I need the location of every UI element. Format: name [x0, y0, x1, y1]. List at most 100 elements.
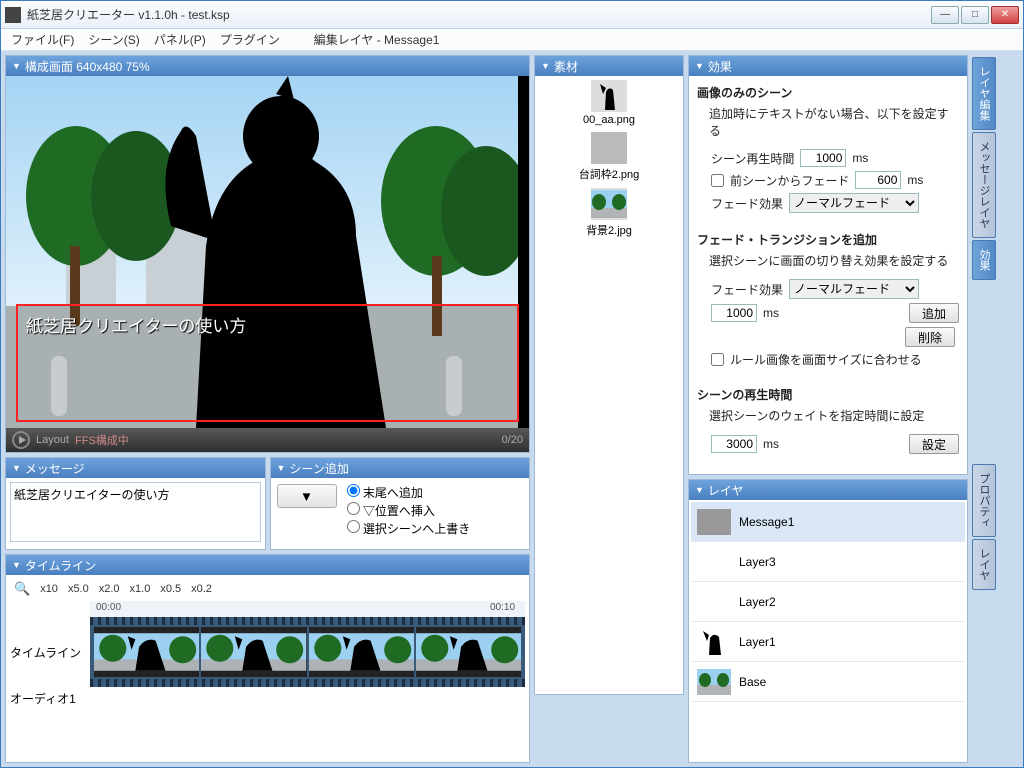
window-title: 紙芝居クリエーター v1.1.0h - test.ksp — [27, 6, 931, 23]
audio-row-label: オーディオ1 — [10, 690, 90, 707]
effects-sec1-desc: 追加時にテキストがない場合、以下を設定する — [697, 105, 959, 139]
zoom-x02[interactable]: x0.2 — [191, 583, 212, 595]
rule-image-checkbox[interactable] — [711, 353, 724, 366]
preview-area[interactable]: 紙芝居クリエイターの使い方 — [6, 76, 529, 428]
status-label: FFS構成中 — [75, 432, 129, 448]
sidetab-effects[interactable]: 効果 — [972, 240, 996, 280]
filmstrip[interactable] — [90, 617, 525, 687]
layer-thumb — [697, 549, 731, 575]
transition-add-button[interactable]: 追加 — [909, 303, 959, 323]
layer-label: Layer1 — [739, 635, 776, 649]
assets-header[interactable]: ▼素材 — [535, 56, 683, 76]
side-tabs: レイヤ編集 メッセージレイヤ 効果 プロパティ レイヤ — [972, 55, 996, 763]
effects-sec2-desc: 選択シーンに画面の切り替え効果を設定する — [697, 252, 959, 269]
sidetab-layer-edit[interactable]: レイヤ編集 — [972, 57, 996, 130]
asset-label: 00_aa.png — [583, 114, 635, 126]
layer-label: Layer3 — [739, 555, 776, 569]
layer-label: Message1 — [739, 515, 794, 529]
layer-item[interactable]: Layer3 — [691, 542, 965, 582]
timeline-thumb[interactable] — [201, 627, 306, 677]
prev-fade-checkbox[interactable] — [711, 174, 724, 187]
prev-fade-input[interactable] — [855, 171, 901, 189]
layer-item[interactable]: Base — [691, 662, 965, 702]
titlebar[interactable]: 紙芝居クリエーター v1.1.0h - test.ksp — □ ✕ — [1, 1, 1023, 29]
playback-bar: Layout FFS構成中 0/20 — [6, 428, 529, 452]
timeline-thumb[interactable] — [416, 627, 521, 677]
effects-panel: ▼効果 画像のみのシーン 追加時にテキストがない場合、以下を設定する シーン再生… — [688, 55, 968, 475]
scene-add-opt-overwrite[interactable]: 選択シーンへ上書き — [347, 520, 471, 538]
sidetab-message-layer[interactable]: メッセージレイヤ — [972, 132, 996, 238]
magnifier-icon[interactable]: 🔍 — [14, 581, 30, 597]
scene-add-panel: ▼シーン追加 ▼ 末尾へ追加 ▽位置へ挿入 選択シーンへ上書き — [270, 457, 531, 550]
scene-wait-set-button[interactable]: 設定 — [909, 434, 959, 454]
zoom-x10[interactable]: x10 — [40, 583, 58, 595]
layer-thumb — [697, 669, 731, 695]
effects-sec3-desc: 選択シーンのウェイトを指定時間に設定 — [697, 407, 959, 424]
layers-header[interactable]: ▼レイヤ — [689, 480, 967, 500]
app-window: 紙芝居クリエーター v1.1.0h - test.ksp — □ ✕ ファイル(… — [0, 0, 1024, 768]
layer-item[interactable]: Layer2 — [691, 582, 965, 622]
layers-panel: ▼レイヤ Message1 Layer3 Layer2 Layer1 Base — [688, 479, 968, 763]
message-overlay: 紙芝居クリエイターの使い方 — [16, 304, 519, 422]
collapse-icon: ▼ — [12, 61, 21, 71]
timeline-thumb[interactable] — [309, 627, 414, 677]
content: ▼構成画面 640x480 75% — [1, 51, 1023, 767]
message-textarea[interactable] — [10, 482, 261, 542]
effects-header[interactable]: ▼効果 — [689, 56, 967, 76]
asset-thumb — [591, 80, 627, 112]
layer-label: Base — [739, 675, 766, 689]
sidetab-property[interactable]: プロパティ — [972, 464, 996, 537]
menu-scene[interactable]: シーン(S) — [88, 31, 139, 48]
transition-time-input[interactable] — [711, 304, 757, 322]
scene-add-button[interactable]: ▼ — [277, 484, 337, 508]
layer-thumb — [697, 509, 731, 535]
asset-item[interactable]: 00_aa.png — [583, 80, 635, 126]
asset-label: 背景2.jpg — [586, 222, 632, 238]
minimize-button[interactable]: — — [931, 6, 959, 24]
asset-item[interactable]: 背景2.jpg — [586, 188, 632, 238]
menubar: ファイル(F) シーン(S) パネル(P) プラグイン 編集レイヤ - Mess… — [1, 29, 1023, 51]
time-ruler[interactable]: 00:00 00:10 — [90, 601, 525, 617]
layer-item[interactable]: Layer1 — [691, 622, 965, 662]
scene-add-opt-append[interactable]: 末尾へ追加 — [347, 484, 471, 502]
menu-file[interactable]: ファイル(F) — [11, 31, 74, 48]
composition-header[interactable]: ▼構成画面 640x480 75% — [6, 56, 529, 76]
scene-add-header[interactable]: ▼シーン追加 — [271, 458, 530, 478]
menu-plugin[interactable]: プラグイン — [220, 31, 280, 48]
menu-panel[interactable]: パネル(P) — [154, 31, 206, 48]
composition-panel: ▼構成画面 640x480 75% — [5, 55, 530, 453]
timeline-panel: ▼タイムライン 🔍 x10 x5.0 x2.0 x1.0 x0.5 x0.2 0… — [5, 554, 530, 763]
layer-thumb — [697, 629, 731, 655]
zoom-x2[interactable]: x2.0 — [99, 583, 120, 595]
zoom-x5[interactable]: x5.0 — [68, 583, 89, 595]
transition-effect-select[interactable]: ノーマルフェード — [789, 279, 919, 299]
menu-edit-layer[interactable]: 編集レイヤ - Message1 — [314, 31, 440, 48]
close-button[interactable]: ✕ — [991, 6, 1019, 24]
zoom-x05[interactable]: x0.5 — [160, 583, 181, 595]
scene-wait-input[interactable] — [711, 435, 757, 453]
layer-thumb — [697, 589, 731, 615]
asset-thumb — [591, 188, 627, 220]
scene-play-time-input[interactable] — [800, 149, 846, 167]
sidetab-layer[interactable]: レイヤ — [972, 539, 996, 590]
zoom-row: 🔍 x10 x5.0 x2.0 x1.0 x0.5 x0.2 — [10, 579, 525, 599]
message-header[interactable]: ▼メッセージ — [6, 458, 265, 478]
timeline-thumb[interactable] — [94, 627, 199, 677]
layout-label: Layout — [36, 434, 69, 446]
transition-delete-button[interactable]: 削除 — [905, 327, 955, 347]
layer-label: Layer2 — [739, 595, 776, 609]
effects-sec3-title: シーンの再生時間 — [697, 388, 792, 402]
scene-add-opt-insert[interactable]: ▽位置へ挿入 — [347, 502, 471, 520]
zoom-x1[interactable]: x1.0 — [130, 583, 151, 595]
effects-sec1-title: 画像のみのシーン — [697, 86, 792, 100]
timeline-header[interactable]: ▼タイムライン — [6, 555, 529, 575]
play-button[interactable] — [12, 431, 30, 449]
asset-item[interactable]: 台詞枠2.png — [579, 132, 640, 182]
assets-panel: ▼素材 00_aa.png 台詞枠2.png 背景2.jpg — [534, 55, 684, 695]
maximize-button[interactable]: □ — [961, 6, 989, 24]
layer-item[interactable]: Message1 — [691, 502, 965, 542]
asset-label: 台詞枠2.png — [579, 166, 640, 182]
message-panel: ▼メッセージ — [5, 457, 266, 550]
timeline-row-label: タイムライン — [10, 644, 90, 661]
fade-effect-select[interactable]: ノーマルフェード — [789, 193, 919, 213]
